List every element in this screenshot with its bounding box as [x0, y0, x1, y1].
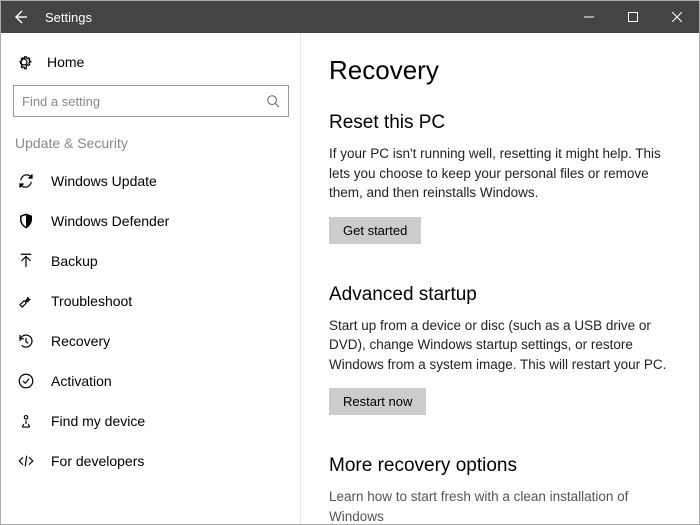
get-started-button[interactable]: Get started — [329, 217, 421, 244]
reset-body: If your PC isn't running well, resetting… — [329, 144, 675, 203]
search-input[interactable] — [22, 94, 266, 109]
section-label: Update & Security — [9, 135, 293, 161]
search-box[interactable] — [13, 85, 289, 117]
reset-heading: Reset this PC — [329, 112, 675, 134]
content-pane: Recovery Reset this PC If your PC isn't … — [300, 33, 699, 524]
restart-now-button[interactable]: Restart now — [329, 388, 426, 415]
more-hint[interactable]: Learn how to start fresh with a clean in… — [329, 487, 675, 524]
sidebar-item-label: Activation — [51, 373, 112, 389]
minimize-button[interactable] — [567, 1, 611, 33]
sidebar-item-find-my-device[interactable]: Find my device — [9, 401, 293, 441]
advanced-heading: Advanced startup — [329, 284, 675, 306]
sidebar-item-backup[interactable]: Backup — [9, 241, 293, 281]
history-icon — [17, 332, 35, 350]
shield-icon — [17, 212, 35, 230]
location-icon — [17, 412, 35, 430]
nav-list: Windows Update Windows Defender Backup T… — [9, 161, 293, 481]
sidebar-item-label: Find my device — [51, 413, 145, 429]
sidebar: Home Update & Security Windows Update Wi… — [1, 33, 301, 524]
sync-icon — [17, 172, 35, 190]
wrench-icon — [17, 292, 35, 310]
sidebar-item-activation[interactable]: Activation — [9, 361, 293, 401]
home-link[interactable]: Home — [9, 47, 293, 85]
sidebar-item-label: Backup — [51, 253, 98, 269]
backup-icon — [17, 252, 35, 270]
close-button[interactable] — [655, 1, 699, 33]
advanced-section: Advanced startup Start up from a device … — [329, 284, 675, 416]
sidebar-item-windows-update[interactable]: Windows Update — [9, 161, 293, 201]
more-heading: More recovery options — [329, 455, 675, 477]
code-icon — [17, 452, 35, 470]
sidebar-item-label: Troubleshoot — [51, 293, 132, 309]
sidebar-item-label: Recovery — [51, 333, 110, 349]
check-circle-icon — [17, 372, 35, 390]
window-title: Settings — [41, 10, 92, 25]
back-button[interactable] — [1, 1, 41, 33]
sidebar-item-label: Windows Defender — [51, 213, 169, 229]
sidebar-item-recovery[interactable]: Recovery — [9, 321, 293, 361]
home-label: Home — [47, 54, 84, 70]
sidebar-item-label: For developers — [51, 453, 144, 469]
titlebar: Settings — [1, 1, 699, 33]
advanced-body: Start up from a device or disc (such as … — [329, 316, 675, 375]
more-section: More recovery options Learn how to start… — [329, 455, 675, 524]
search-icon — [266, 94, 280, 108]
maximize-button[interactable] — [611, 1, 655, 33]
sidebar-item-troubleshoot[interactable]: Troubleshoot — [9, 281, 293, 321]
sidebar-item-for-developers[interactable]: For developers — [9, 441, 293, 481]
gear-icon — [15, 53, 33, 71]
sidebar-item-windows-defender[interactable]: Windows Defender — [9, 201, 293, 241]
reset-section: Reset this PC If your PC isn't running w… — [329, 112, 675, 244]
page-title: Recovery — [329, 55, 675, 86]
sidebar-item-label: Windows Update — [51, 173, 157, 189]
